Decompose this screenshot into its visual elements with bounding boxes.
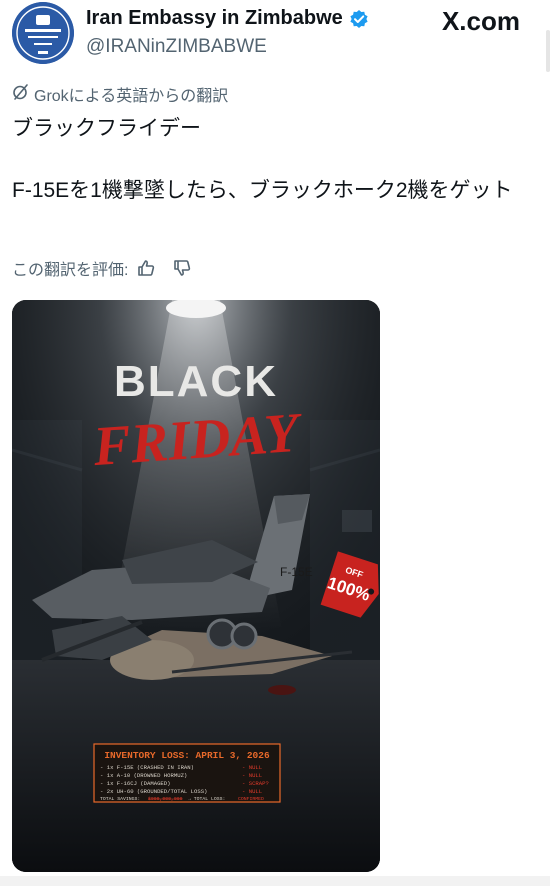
inventory-total-loss: → TOTAL LOSS: (188, 796, 225, 802)
inventory-row-2-status: - NULL (242, 772, 262, 779)
inventory-row-1: - 1x F-15E (CRASHED IN IRAN) (100, 764, 194, 771)
next-post-divider (0, 876, 550, 886)
black-text-headline: BLACK FRIDAY (90, 357, 305, 478)
inventory-panel: INVENTORY LOSS: APRIL 3, 2026 - 1x F-15E… (93, 743, 281, 803)
post-header: Iran Embassy in Zimbabwe @IRANinZIMBABWE… (0, 0, 550, 72)
translation-label: Grokによる英語からの翻訳 (34, 88, 229, 105)
translation-info: Grokによる英語からの翻訳 (12, 82, 228, 106)
site-logo[interactable]: X.com (442, 6, 520, 37)
post-text: ブラックフライデー F-15Eを1機撃墜したら、ブラックホーク2機をゲット (12, 113, 532, 206)
inventory-row-1-status: - NULL (242, 764, 262, 771)
post-line-2: F-15Eを1機撃墜したら、ブラックホーク2機をゲット (12, 179, 513, 202)
verified-badge-icon (349, 9, 369, 29)
rate-translation: この翻訳を評価: (12, 256, 192, 280)
inventory-row-4-status: - NULL (242, 788, 262, 795)
inventory-total-status: CONFIRMED (238, 796, 264, 802)
inventory-row-2: - 1x A-10 (DROWNED HORMUZ) (100, 772, 187, 779)
account-name[interactable]: Iran Embassy in Zimbabwe (86, 7, 343, 30)
thumbs-down-icon[interactable] (172, 258, 192, 278)
account-handle[interactable]: @IRANinZIMBABWE (86, 36, 267, 58)
scrollbar[interactable] (546, 30, 550, 72)
inventory-row-3: - 1x F-16CJ (DAMAGED) (100, 780, 171, 787)
inventory-total-prefix: TOTAL SAVINGS: (100, 796, 140, 802)
rate-label: この翻訳を評価: (12, 262, 129, 279)
tail-label: F-15E (280, 565, 313, 579)
inventory-total-struck: $000,000,000 (148, 796, 183, 802)
thumbs-up-icon[interactable] (136, 258, 156, 278)
post-image[interactable]: BLACK FRIDAY F-15E OFF 100% INVENTORY LO… (12, 300, 380, 872)
inventory-row-4: - 2x UH-60 (GROUNDED/TOTAL LOSS) (100, 788, 207, 795)
inventory-title: INVENTORY LOSS: APRIL 3, 2026 (104, 750, 270, 761)
avatar[interactable] (12, 2, 74, 64)
inventory-row-3-status: - SCRAP? (242, 780, 269, 787)
post-line-1: ブラックフライデー (12, 117, 201, 140)
grok-icon (12, 83, 30, 106)
poster-title-black: BLACK (114, 357, 278, 406)
